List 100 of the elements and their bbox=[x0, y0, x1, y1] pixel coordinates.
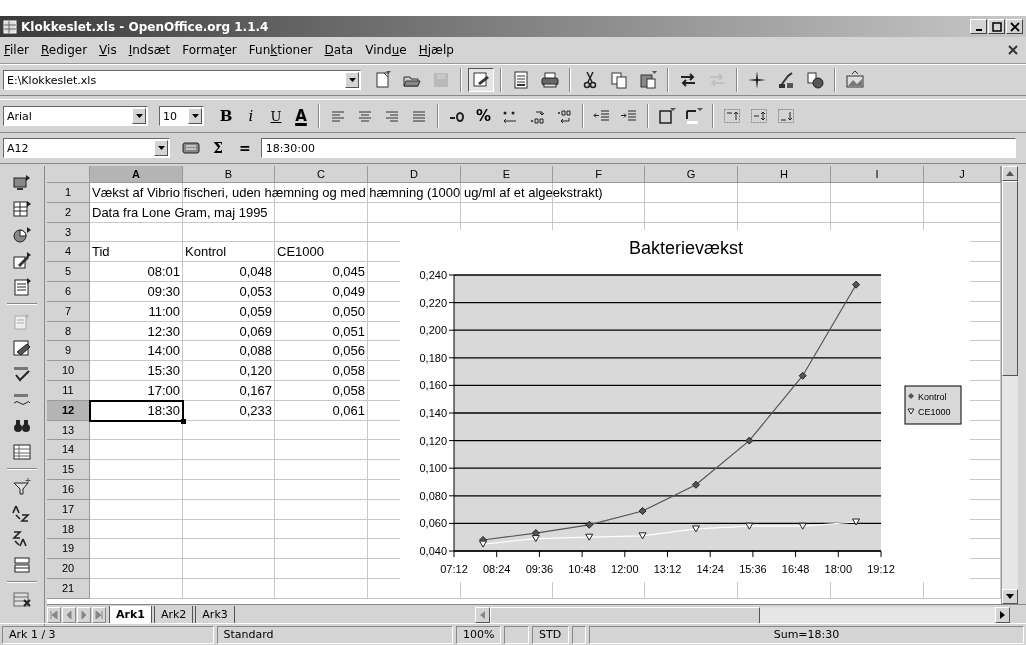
data-point bbox=[691, 525, 700, 533]
tick-label: 0,160 bbox=[419, 379, 447, 392]
sheet-tab[interactable]: Ark1 bbox=[109, 606, 152, 624]
first-sheet-icon[interactable] bbox=[47, 607, 61, 623]
menu-item[interactable]: Formater bbox=[182, 43, 237, 57]
row-header[interactable]: 6 bbox=[47, 282, 90, 302]
table-cell: 0,061 bbox=[332, 401, 365, 419]
chart[interactable]: Bakterievækst 0,040 0,060 0,080 0,100 0,120 0,140 0,160 0,180 0,200 0,220 0,240 07:12 08:24 09:36 10:48 12:00 13:12 14:24 15:36 16:48 18:00 19:12 Kontrol CE1000 bbox=[400, 230, 970, 582]
scroll-up-icon[interactable] bbox=[1002, 166, 1018, 181]
dropdown-button[interactable] bbox=[188, 108, 202, 124]
dropdown-button[interactable] bbox=[132, 108, 146, 124]
tick-label: 15:36 bbox=[739, 563, 767, 575]
menu-item[interactable]: Rediger bbox=[41, 43, 88, 57]
horizontal-scrollbar[interactable] bbox=[474, 606, 1010, 624]
menu-item[interactable]: Filer bbox=[4, 43, 29, 57]
row-header[interactable]: 10 bbox=[47, 361, 90, 381]
row-header[interactable]: 3 bbox=[47, 222, 90, 243]
row-header[interactable]: 15 bbox=[47, 460, 90, 480]
caret-icon[interactable] bbox=[135, 114, 143, 118]
sum-button[interactable]: Σ bbox=[207, 137, 229, 159]
caret-icon[interactable] bbox=[348, 78, 356, 82]
row-header[interactable]: 16 bbox=[47, 479, 90, 500]
column-header[interactable]: C bbox=[275, 166, 368, 183]
caret-icon[interactable] bbox=[157, 146, 165, 150]
row-header[interactable]: 11 bbox=[47, 380, 90, 401]
underline-button[interactable]: U bbox=[265, 104, 287, 128]
table-cell: 14:00 bbox=[147, 342, 180, 360]
tick-label: 0,180 bbox=[419, 351, 447, 364]
row-header[interactable]: 13 bbox=[47, 420, 90, 441]
vertical-scrollbar[interactable] bbox=[1001, 166, 1018, 604]
scrollbar-thumb[interactable] bbox=[489, 606, 760, 624]
column-header[interactable]: A bbox=[90, 166, 183, 183]
function-button[interactable]: = bbox=[232, 137, 257, 159]
menu-item[interactable]: Vis bbox=[99, 43, 117, 57]
table-cell: 11:00 bbox=[148, 302, 180, 320]
close-icon[interactable] bbox=[1008, 45, 1018, 55]
row-header[interactable]: 14 bbox=[47, 440, 90, 461]
table-cell: 18:30 bbox=[147, 401, 180, 419]
menu-item[interactable]: Funktioner bbox=[248, 43, 313, 57]
font-color-button[interactable]: A bbox=[290, 104, 312, 128]
scroll-right-icon[interactable] bbox=[995, 606, 1010, 623]
dropdown-button[interactable] bbox=[154, 140, 168, 156]
table-cell: Tid bbox=[92, 243, 110, 261]
column-header[interactable]: J bbox=[924, 166, 1001, 183]
table-cell: 0,051 bbox=[332, 322, 365, 340]
status-field: STD bbox=[532, 626, 569, 644]
edit-file-icon[interactable] bbox=[468, 68, 494, 92]
column-header[interactable]: E bbox=[461, 166, 553, 183]
column-header[interactable]: F bbox=[553, 166, 645, 183]
row-header[interactable]: 17 bbox=[47, 499, 90, 520]
menu-item[interactable]: Hjælp bbox=[418, 43, 454, 57]
last-sheet-icon[interactable] bbox=[92, 607, 106, 623]
data-point bbox=[585, 533, 594, 541]
bold-button[interactable]: B bbox=[215, 104, 237, 128]
tick-label: 0,100 bbox=[419, 462, 447, 475]
row-header[interactable]: 2 bbox=[47, 202, 90, 223]
table-cell: 0,058 bbox=[332, 362, 365, 380]
row-header[interactable]: 18 bbox=[47, 519, 90, 540]
data-point bbox=[638, 507, 647, 515]
row-header[interactable]: 19 bbox=[47, 539, 90, 560]
row-header[interactable]: 20 bbox=[47, 559, 90, 579]
italic-button[interactable]: i bbox=[240, 104, 262, 128]
tick-label: 08:24 bbox=[482, 563, 511, 575]
dropdown-button[interactable] bbox=[345, 72, 359, 88]
table-cell: 0,233 bbox=[239, 401, 272, 419]
row-header[interactable]: 8 bbox=[47, 321, 90, 342]
column-header[interactable]: B bbox=[183, 166, 275, 183]
percent-button[interactable]: % bbox=[472, 104, 496, 128]
scroll-left-icon[interactable] bbox=[474, 606, 490, 623]
row-header[interactable]: 4 bbox=[47, 242, 90, 263]
name-box[interactable]: A12 bbox=[3, 138, 170, 158]
tick-label: 12:00 bbox=[611, 563, 639, 575]
caret-icon[interactable] bbox=[191, 114, 199, 118]
legend-marker-icon bbox=[908, 393, 914, 399]
status-field: Ark 1 / 3 bbox=[2, 626, 214, 644]
font-name-field[interactable]: Arial bbox=[3, 106, 148, 126]
row-header[interactable]: 5 bbox=[47, 262, 90, 282]
sheet-tab[interactable]: Ark2 bbox=[153, 606, 194, 624]
scroll-down-icon[interactable] bbox=[1002, 589, 1018, 604]
font-size-field[interactable]: 10 bbox=[159, 106, 204, 126]
menu-item[interactable]: Indsæt bbox=[128, 43, 171, 57]
row-header[interactable]: 1 bbox=[47, 183, 90, 203]
menu-item[interactable]: Data bbox=[324, 43, 354, 57]
scrollbar-thumb[interactable] bbox=[1002, 181, 1018, 376]
previous-sheet-icon[interactable] bbox=[62, 607, 76, 623]
column-header[interactable]: D bbox=[368, 166, 461, 183]
legend-label: CE1000 bbox=[918, 407, 951, 417]
sheet-tab[interactable]: Ark3 bbox=[195, 606, 235, 624]
column-header[interactable]: G bbox=[645, 166, 738, 183]
url-field[interactable]: E:\Klokkeslet.xls bbox=[3, 70, 361, 90]
column-header[interactable]: H bbox=[738, 166, 831, 183]
data-point bbox=[585, 520, 594, 529]
tick-label: 19:12 bbox=[867, 563, 895, 575]
menu-item[interactable]: Vindue bbox=[365, 43, 407, 57]
row-header[interactable]: 21 bbox=[47, 578, 90, 599]
formula-input[interactable]: 18:30:00 bbox=[260, 138, 1016, 158]
next-sheet-icon[interactable] bbox=[77, 607, 91, 623]
row-header[interactable]: 7 bbox=[47, 301, 90, 322]
row-header[interactable]: 9 bbox=[47, 341, 90, 362]
column-header[interactable]: I bbox=[831, 166, 924, 183]
